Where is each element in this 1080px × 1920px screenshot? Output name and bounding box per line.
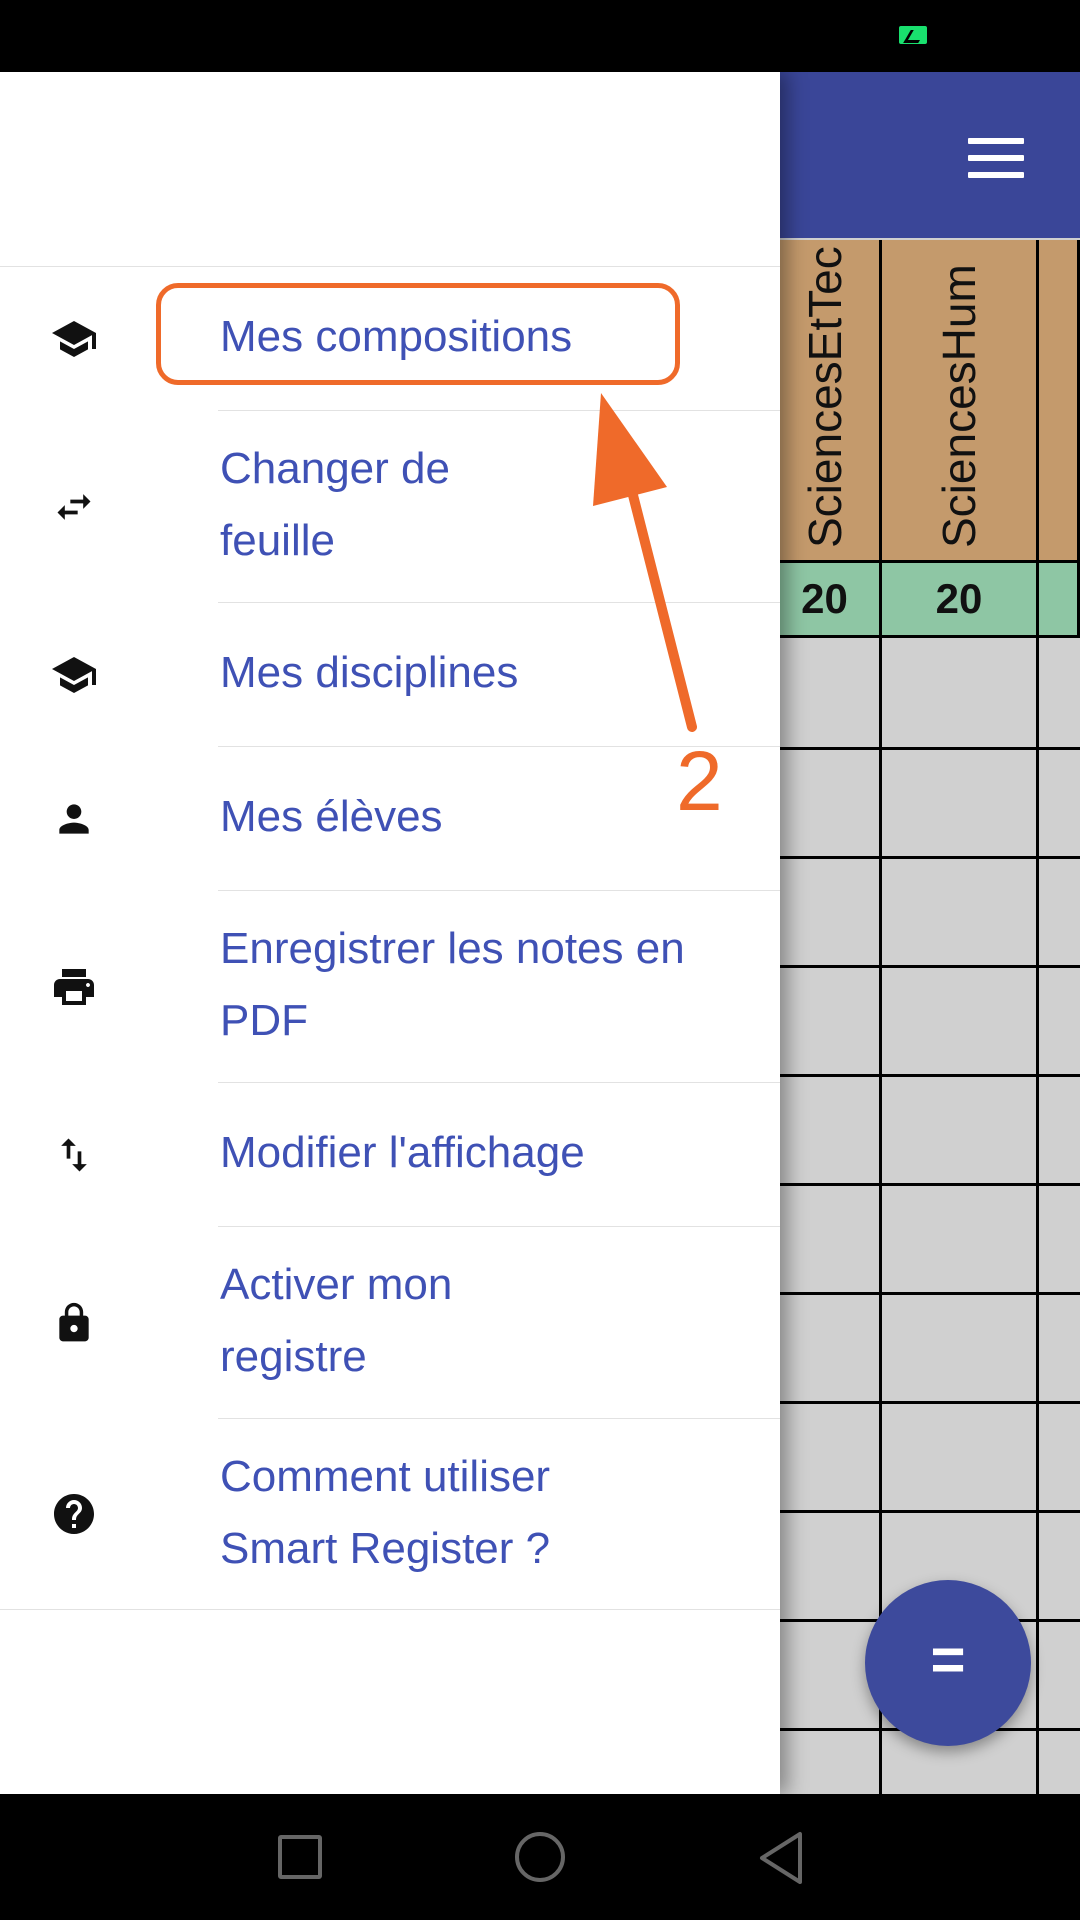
lock-icon <box>48 1297 100 1349</box>
menu-item-mes-eleves[interactable]: Mes élèves <box>0 747 780 890</box>
menu-item-comment-utiliser[interactable]: Comment utiliser Smart Register ? <box>0 1419 780 1609</box>
help-circle-icon <box>48 1488 100 1540</box>
battery-charging-icon <box>899 26 927 44</box>
back-button-icon[interactable] <box>756 1830 804 1886</box>
graduation-cap-icon <box>48 313 100 365</box>
home-button-icon[interactable] <box>515 1832 565 1882</box>
swap-arrows-icon <box>48 481 100 533</box>
drawer-header <box>0 72 780 267</box>
fab-button[interactable]: = <box>865 1580 1031 1746</box>
annotation-step-number: 2 <box>676 734 723 828</box>
menu-item-enregistrer-pdf[interactable]: Enregistrer les notes en PDF <box>0 891 780 1082</box>
recents-button-icon[interactable] <box>278 1835 322 1879</box>
menu-item-activer-registre[interactable]: Activer mon registre <box>0 1227 780 1418</box>
menu-item-label: Mes disciplines <box>220 648 519 697</box>
menu-item-label: Comment utiliser Smart Register ? <box>220 1452 551 1573</box>
status-bar <box>0 0 1080 72</box>
printer-icon <box>48 961 100 1013</box>
menu-item-changer-de-feuille[interactable]: Changer de feuille <box>0 411 780 602</box>
menu-item-label: Enregistrer les notes en PDF <box>220 924 685 1045</box>
menu-item-mes-disciplines[interactable]: Mes disciplines <box>0 603 780 746</box>
graduation-cap-icon <box>48 649 100 701</box>
divider <box>0 1609 780 1610</box>
system-nav-bar <box>0 1794 1080 1920</box>
swap-vertical-icon <box>48 1129 100 1181</box>
menu-item-label: Modifier l'affichage <box>220 1128 585 1177</box>
menu-item-label: Changer de feuille <box>220 444 450 565</box>
menu-item-label: Mes élèves <box>220 792 443 841</box>
annotation-highlight-box <box>156 283 680 385</box>
person-icon <box>48 793 100 845</box>
menu-item-label: Activer mon registre <box>220 1260 453 1381</box>
menu-item-modifier-affichage[interactable]: Modifier l'affichage <box>0 1083 780 1226</box>
